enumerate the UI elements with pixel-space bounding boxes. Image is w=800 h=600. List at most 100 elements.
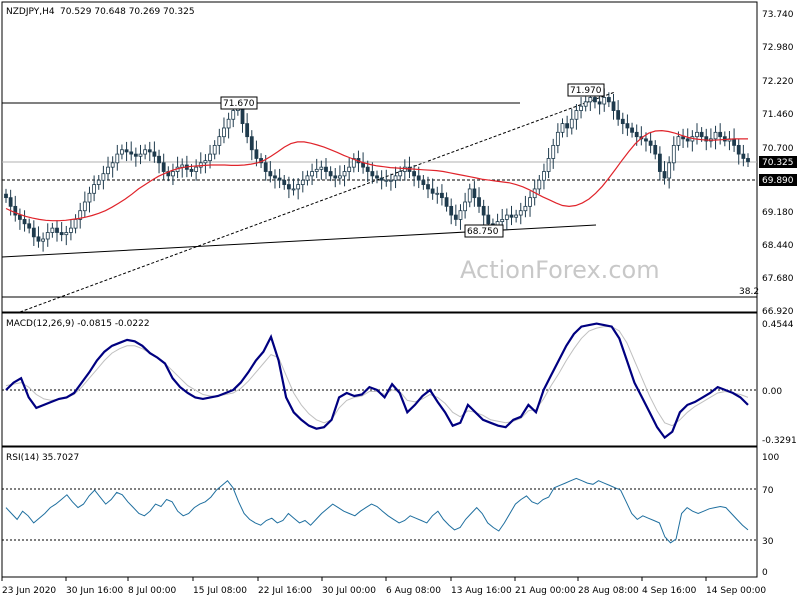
candle-body [305,175,310,181]
y-tick-label: 73.740 [762,10,794,20]
candle-body [143,149,148,155]
candle-body [245,123,250,138]
candle-body [13,205,18,216]
candle-body [662,171,667,179]
x-tick-label: 8 Jul 00:00 [128,586,177,596]
fib-label: 38.2 [739,287,759,297]
candle-body [523,205,528,212]
candle-body [671,144,676,164]
candle-body [22,219,27,225]
candle-body [328,171,333,177]
candle-body [398,171,403,177]
x-tick-label: 4 Sep 16:00 [642,586,697,596]
candle-body [477,197,481,207]
candle-body [217,136,222,146]
candle-body [555,131,560,146]
candle-body [347,166,352,172]
candle-body [92,184,97,194]
annotation-71670: 71.670 [220,96,258,110]
rsi-y-tick: 30 [762,537,774,547]
candle-body [528,197,532,207]
x-tick-label: 23 Jun 2020 [2,586,56,596]
candle-body [171,171,175,177]
rsi-y-tick: 100 [762,453,779,463]
y-tick-label: 66.920 [762,307,794,317]
candle-body [314,168,319,172]
watermark: ActionForex.com [460,256,660,284]
candle-body [59,232,64,236]
candle-body [147,149,152,153]
candle-body [254,149,259,159]
candle-body [106,166,110,175]
candle-body [370,171,375,177]
candle-body [101,173,106,181]
candle-body [440,192,444,199]
candle-body [124,149,129,153]
candle-body [82,201,87,212]
candle-body [514,214,519,218]
candle-body [389,179,393,182]
candle-body [45,232,50,240]
candle-body [222,127,226,138]
chart: ActionForex.com 71.670 71.970 68.750 NZD… [1,1,797,596]
candle-body [644,138,648,142]
candle-body [695,131,699,138]
candle-body [27,223,32,229]
macd-y-tick: 0.00 [762,387,782,397]
x-tick-label: 13 Aug 16:00 [451,586,512,596]
rsi-y-tick: 0 [762,568,768,578]
candle-body [616,110,621,120]
candle-body [453,214,458,220]
candle-body [50,227,55,233]
candle-body [55,227,59,233]
candle-body [291,188,296,191]
candle-body [402,166,407,172]
candle-body [152,151,157,157]
candle-body [226,118,231,129]
price-title: NZDJPY,H4 [6,7,55,17]
candle-body [634,131,639,138]
candle-body [133,153,138,157]
rsi-y-tick: 70 [762,486,774,496]
candle-body [18,214,22,220]
y-tick-label: 69.180 [762,208,794,218]
candle-body [212,144,217,155]
candle-body [620,118,625,125]
candle-body [110,162,115,168]
candle-body [718,131,723,138]
x-tick-label: 30 Jul 00:00 [322,586,376,596]
candle-body [249,136,254,151]
candle-body [569,118,574,129]
candle-body [273,175,277,179]
ohlc-readout: 70.529 70.648 70.269 70.325 [60,7,195,17]
candle-body [426,184,430,190]
candle-body [69,227,73,233]
x-tick-label: 22 Jul 16:00 [258,586,312,596]
candle-body [365,166,370,172]
candle-body [300,179,305,185]
candle-body [198,162,203,168]
candle-body [240,107,245,125]
candle-body [574,110,579,120]
candle-body [296,184,301,190]
candle-body [551,144,556,159]
candle-body [648,140,653,146]
annotation-68750-text: 68.750 [467,227,499,237]
y-tick-label: 68.440 [762,241,794,251]
candle-body [36,236,41,242]
candle-body [518,210,523,216]
candle-body [625,123,630,129]
candle-body [458,210,463,220]
x-tick-label: 21 Aug 00:00 [515,586,576,596]
candle-body [337,175,342,179]
annotation-71970: 71.970 [567,83,605,97]
candle-body [444,197,449,207]
y-tick-label: 71.460 [762,110,794,120]
candle-body [713,131,718,140]
candle-body [73,219,78,229]
candle-body [189,168,194,172]
candle-body [393,175,398,181]
annotation-71970-text: 71.970 [570,86,602,96]
candle-body [597,101,602,105]
candle-body [449,205,454,216]
